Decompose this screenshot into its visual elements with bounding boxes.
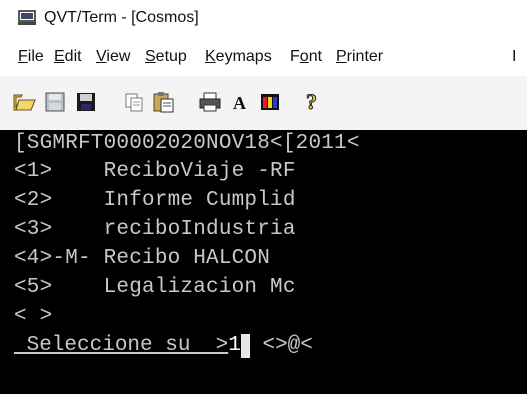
save-button[interactable]	[72, 88, 100, 116]
copy-icon	[125, 93, 143, 112]
svg-text:A: A	[233, 93, 246, 113]
copy-button[interactable]	[120, 88, 148, 116]
paste-button[interactable]	[150, 88, 178, 116]
menu-option-2: <2> Informe Cumplid	[14, 189, 296, 212]
disk-button[interactable]	[41, 88, 69, 116]
svg-text:?: ?	[306, 90, 317, 114]
terminal-screen[interactable]: [SGMRFT00002020NOV18<[2011< <1> ReciboVi…	[0, 130, 527, 394]
window-title: QVT/Term - [Cosmos]	[44, 9, 199, 26]
selection-input[interactable]: 1	[228, 334, 241, 357]
font-icon: A	[233, 93, 246, 113]
open-folder-button[interactable]	[10, 88, 38, 116]
menu-edit[interactable]: Edit	[54, 48, 82, 66]
menu-option-empty: < >	[14, 305, 53, 328]
menu-bar: File Edit View Setup Keymaps Font Printe…	[0, 40, 527, 76]
selection-prompt-suffix: <>@<	[249, 334, 313, 357]
text-cursor	[240, 334, 250, 358]
terminal-header-line: [SGMRFT00002020NOV18<[2011<	[14, 132, 360, 155]
menu-option-1: <1> ReciboViaje -RF	[14, 160, 296, 183]
color-button[interactable]	[256, 88, 284, 116]
help-icon: ?	[306, 90, 318, 114]
paste-icon	[153, 92, 174, 113]
disk-icon	[45, 92, 65, 112]
menu-keymaps[interactable]: Keymaps	[205, 48, 272, 66]
print-icon	[199, 92, 221, 112]
terminal-app-icon	[18, 10, 36, 25]
menu-printer[interactable]: Printer	[336, 48, 383, 66]
open-folder-icon	[13, 94, 36, 111]
print-button[interactable]	[196, 88, 224, 116]
selection-prompt-label: Seleccione su >	[14, 334, 229, 357]
save-icon	[77, 93, 95, 111]
menu-option-4: <4>-M- Recibo HALCON	[14, 247, 271, 270]
color-icon	[261, 94, 279, 110]
menu-font[interactable]: Font	[290, 48, 322, 66]
title-bar: QVT/Term - [Cosmos]	[0, 0, 527, 40]
toolbar: A ?	[0, 76, 527, 130]
menu-option-3: <3> reciboIndustria	[14, 218, 296, 241]
menu-overflow[interactable]: I	[512, 48, 516, 66]
help-button[interactable]: ?	[298, 88, 326, 116]
font-button[interactable]: A	[226, 88, 254, 116]
menu-view[interactable]: View	[96, 48, 130, 66]
menu-option-5: <5> Legalizacion Mc	[14, 276, 296, 299]
selection-prompt-line: Seleccione su >1 <>@<	[14, 334, 313, 358]
menu-setup[interactable]: Setup	[145, 48, 187, 66]
menu-file[interactable]: File	[18, 48, 44, 66]
